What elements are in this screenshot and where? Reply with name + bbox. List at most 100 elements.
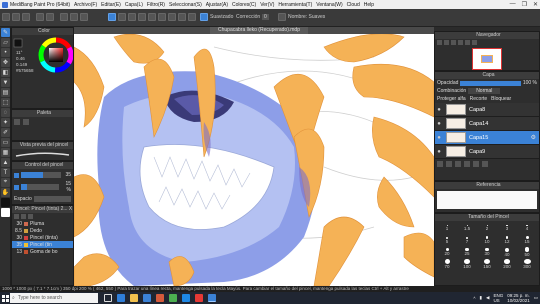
redo-icon[interactable]: [46, 13, 54, 21]
brush-add-icon[interactable]: [14, 214, 19, 219]
menu-help[interactable]: Help: [364, 2, 374, 8]
size-option[interactable]: 40: [497, 247, 517, 257]
store-icon[interactable]: [143, 294, 151, 302]
size-option[interactable]: 1: [437, 223, 457, 233]
select-pen-tool-icon[interactable]: ✐: [1, 128, 10, 137]
menu-ver[interactable]: Ver(V): [260, 2, 274, 8]
document-tab[interactable]: Chupacabra lleko (Recuperado).mdp: [210, 27, 308, 34]
layer-settings-icon[interactable]: ⚙: [531, 134, 536, 141]
blend-select[interactable]: Normal: [468, 88, 501, 94]
duplicate-layer-icon[interactable]: [446, 161, 452, 167]
brush-tool-icon[interactable]: ✎: [1, 28, 10, 37]
navigator-thumbnail[interactable]: [472, 48, 502, 70]
lock-checkbox[interactable]: Bloquear: [491, 96, 511, 102]
snap-cross-icon[interactable]: [138, 13, 146, 21]
hand-tool-icon[interactable]: ✋: [1, 188, 10, 197]
brush-item-pincel-tin-selected[interactable]: 35 Pincel (tin: [12, 241, 73, 248]
reference-view[interactable]: [437, 191, 537, 209]
rotate-left-icon[interactable]: [458, 40, 463, 45]
brush-item-pluma[interactable]: 30 Pluma: [12, 220, 73, 227]
size-option[interactable]: 30: [477, 247, 497, 257]
brush-item-pincel-tinta[interactable]: 30 Pincel (tinta): [12, 234, 73, 241]
layer-row-capa8[interactable]: ● Capa8: [435, 103, 539, 117]
stabilizer-toggle[interactable]: [200, 13, 208, 21]
size-slider[interactable]: [21, 172, 61, 178]
size-option[interactable]: 2: [477, 223, 497, 233]
notification-icon[interactable]: ▭: [534, 295, 538, 301]
brush-mode-icon[interactable]: [108, 13, 116, 21]
task-view-icon[interactable]: [104, 294, 112, 302]
fit-icon[interactable]: [451, 40, 456, 45]
size-option[interactable]: 3: [497, 223, 517, 233]
snap-circle-icon[interactable]: [168, 13, 176, 21]
office-icon[interactable]: [156, 294, 164, 302]
size-option[interactable]: 50: [517, 247, 537, 257]
clipping-checkbox[interactable]: Recorte: [470, 96, 488, 102]
layer-down-icon[interactable]: [473, 161, 479, 167]
eye-icon[interactable]: ●: [435, 149, 443, 155]
move-tool-icon[interactable]: ✥: [1, 58, 10, 67]
brush-settings-icon[interactable]: [21, 214, 26, 219]
undo-icon[interactable]: [36, 13, 44, 21]
open-file-icon[interactable]: [12, 13, 20, 21]
maximize-button[interactable]: ❐: [522, 1, 527, 8]
menu-ajustar[interactable]: Ajustar(A): [206, 2, 228, 8]
size-option[interactable]: 12: [497, 235, 517, 245]
snap-off-icon[interactable]: [118, 13, 126, 21]
text-tool-icon[interactable]: T: [1, 168, 10, 177]
size-option[interactable]: 25: [457, 247, 477, 257]
mail-icon[interactable]: [182, 294, 190, 302]
menu-ventana[interactable]: Ventana(W): [316, 2, 342, 8]
minimize-button[interactable]: —: [510, 1, 516, 8]
chevron-up-icon[interactable]: ^: [473, 296, 475, 301]
chrome-icon[interactable]: [169, 294, 177, 302]
brush-delete-icon[interactable]: [28, 214, 33, 219]
foreground-color-swatch[interactable]: [1, 198, 10, 207]
size-option[interactable]: 300: [517, 259, 537, 269]
zoom-out-icon[interactable]: [444, 40, 449, 45]
eyedropper-tool-icon[interactable]: ⌖: [1, 178, 10, 187]
size-option[interactable]: 100: [457, 259, 477, 269]
magic-wand-tool-icon[interactable]: ✦: [1, 118, 10, 127]
add-layer-icon[interactable]: [437, 161, 443, 167]
invert-selection-icon[interactable]: [70, 13, 78, 21]
menu-cloud[interactable]: Cloud: [347, 2, 360, 8]
layer-row-capa15-selected[interactable]: ● Capa15 ⚙: [435, 131, 539, 145]
palette-delete-icon[interactable]: [23, 119, 29, 125]
size-option[interactable]: 15: [517, 235, 537, 245]
opacity-slider[interactable]: [21, 184, 59, 190]
snap-settings-icon[interactable]: [188, 13, 196, 21]
brush-tip-icon[interactable]: [278, 13, 286, 21]
size-option[interactable]: 10: [477, 235, 497, 245]
flip-icon[interactable]: [472, 40, 477, 45]
drawing-canvas[interactable]: [74, 27, 434, 286]
start-button[interactable]: [0, 292, 10, 304]
layer-up-icon[interactable]: [464, 161, 470, 167]
snap-grid-icon[interactable]: [148, 13, 156, 21]
edge-icon[interactable]: [117, 294, 125, 302]
select-eraser-tool-icon[interactable]: ▭: [1, 138, 10, 147]
size-option[interactable]: 150: [477, 259, 497, 269]
save-icon[interactable]: [22, 13, 30, 21]
size-option[interactable]: 7: [457, 235, 477, 245]
protect-alpha-checkbox[interactable]: Proteger alfa: [437, 96, 466, 102]
fill-tool-icon[interactable]: ◧: [1, 68, 10, 77]
bucket-tool-icon[interactable]: ▼: [1, 78, 10, 87]
snap-curve-icon[interactable]: [178, 13, 186, 21]
menu-archivo[interactable]: Archivo(F): [74, 2, 97, 8]
zoom-in-icon[interactable]: [437, 40, 442, 45]
merge-layer-icon[interactable]: [455, 161, 461, 167]
volume-icon[interactable]: ◀: [486, 295, 489, 301]
gradient-tool-icon[interactable]: ▤: [1, 88, 10, 97]
menu-herramienta[interactable]: Herramienta(T): [278, 2, 312, 8]
menu-capa[interactable]: Capa(L): [125, 2, 143, 8]
operation-tool-icon[interactable]: ▲: [1, 158, 10, 167]
palette-add-icon[interactable]: [14, 119, 20, 125]
size-option[interactable]: 70: [437, 259, 457, 269]
brush-item-goma[interactable]: 13 Goma de bo: [12, 248, 73, 255]
opacity-lock-icon[interactable]: [14, 184, 19, 190]
file-explorer-icon[interactable]: [130, 294, 138, 302]
menu-filtro[interactable]: Filtro(R): [147, 2, 165, 8]
size-option[interactable]: 200: [497, 259, 517, 269]
size-option[interactable]: 1.5: [457, 223, 477, 233]
